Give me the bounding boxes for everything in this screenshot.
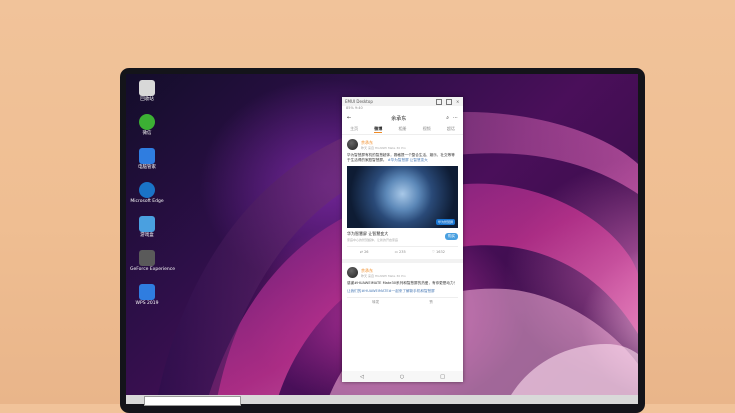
desktop-icon-geforce[interactable]: GeForce Experience: [130, 250, 175, 273]
avatar[interactable]: [347, 267, 358, 278]
repost-button[interactable]: ⇄ 26: [360, 250, 369, 254]
desktop-icon-pc-manager[interactable]: 电脑管家: [130, 148, 164, 171]
window-titlebar[interactable]: EMUI Desktop ×: [342, 97, 463, 106]
wps-icon: [139, 284, 155, 300]
post-image[interactable]: 华为智慧屏: [347, 166, 458, 228]
promo-title: 华为智慧屏 让智慧变大: [347, 231, 389, 236]
tab-super-topic[interactable]: 超话: [447, 126, 455, 132]
post-actions: 转发 赞: [347, 297, 458, 307]
post-text-secondary: 让我们的#HUAWEIMATE#一起来了解新手机和智慧屏: [347, 289, 435, 293]
desktop-icon-wps[interactable]: WPS 2019: [130, 284, 164, 307]
home-nav-icon[interactable]: ○: [400, 374, 404, 380]
taskbar: [126, 395, 638, 406]
more-icon[interactable]: ⋯: [453, 115, 458, 121]
maximize-icon[interactable]: [446, 98, 452, 105]
wechat-icon: [139, 114, 155, 130]
promo-button[interactable]: 购买: [445, 233, 458, 240]
close-icon[interactable]: ×: [456, 99, 460, 104]
back-nav-icon[interactable]: ◁: [360, 374, 364, 380]
profile-tabs: 主页 微博 相册 视频 超话: [342, 124, 463, 135]
profile-nav: ← 余承东 ⌕ ⋯: [342, 112, 463, 124]
minimize-icon[interactable]: [436, 98, 442, 105]
search-icon[interactable]: ⌕: [446, 115, 449, 121]
game-icon: [139, 216, 155, 232]
post-text: 华为智慧屏有机的智慧超体，赛格提一个整合生活、娱乐、社交等等于生活得的家庭智慧屏…: [347, 153, 458, 163]
like-button[interactable]: 赞: [429, 300, 433, 305]
recents-nav-icon[interactable]: □: [440, 374, 445, 380]
edge-icon: [139, 182, 155, 198]
taskbar-search-input[interactable]: [144, 396, 241, 406]
avatar[interactable]: [347, 139, 358, 150]
image-tag: 华为智慧屏: [435, 219, 455, 225]
desktop-icon-edge[interactable]: Microsoft Edge: [130, 182, 164, 205]
desktop-icon-recycle-bin[interactable]: 回收站: [130, 80, 164, 103]
recycle-bin-icon: [139, 80, 155, 96]
post-text: 感谢#HUAWEIMATE Mate30系列和智慧屏的热爱，有你更是动力！: [347, 281, 458, 285]
post-card[interactable]: 余承东 昨天 来自 HUAWEI Mate 30 Pro 感谢#HUAWEIMA…: [342, 263, 463, 307]
tab-video[interactable]: 视频: [423, 126, 431, 132]
post-meta: 昨天 来自 HUAWEI Mate 30 Pro: [361, 145, 406, 150]
window-title: EMUI Desktop: [345, 99, 373, 104]
repost-button[interactable]: 转发: [372, 300, 379, 305]
profile-title: 余承东: [391, 115, 407, 122]
comment-count: 235: [399, 250, 406, 254]
comment-button[interactable]: ▭ 235: [395, 250, 406, 254]
tab-weibo[interactable]: 微博: [374, 126, 383, 133]
repost-count: 26: [364, 250, 369, 254]
post-link[interactable]: #华为智慧屏 让智慧变大: [388, 158, 428, 162]
desktop-icon-wechat[interactable]: 微信: [130, 114, 164, 137]
phone-nav-bar: ◁ ○ □: [342, 371, 463, 382]
like-count: 1632: [436, 250, 445, 254]
tab-album[interactable]: 相册: [398, 126, 406, 132]
pc-manager-icon: [139, 148, 155, 164]
promo-subtitle: 家庭中心的智慧超体，让新的开启家庭: [347, 238, 399, 242]
desktop-icon-game[interactable]: 游戏盒: [130, 216, 164, 239]
tab-home[interactable]: 主页: [350, 126, 358, 132]
post-actions: ⇄ 26 ▭ 235 ♡ 1632: [347, 246, 458, 257]
window-controls: ×: [436, 98, 460, 105]
like-button[interactable]: ♡ 1632: [432, 250, 445, 254]
back-icon[interactable]: ←: [347, 115, 351, 121]
geforce-icon: [139, 250, 155, 266]
post-card[interactable]: 余承东 昨天 来自 HUAWEI Mate 30 Pro 华为智慧屏有机的智慧超…: [342, 135, 463, 257]
phone-mirror-window[interactable]: EMUI Desktop × 85% 9:40 ← 余承东 ⌕ ⋯ 主页 微博 …: [342, 97, 463, 382]
promo-card[interactable]: 华为智慧屏 让智慧变大 家庭中心的智慧超体，让新的开启家庭 购买: [347, 231, 458, 242]
post-meta: 昨天 来自 HUAWEI Mate 30 Pro: [361, 273, 406, 278]
